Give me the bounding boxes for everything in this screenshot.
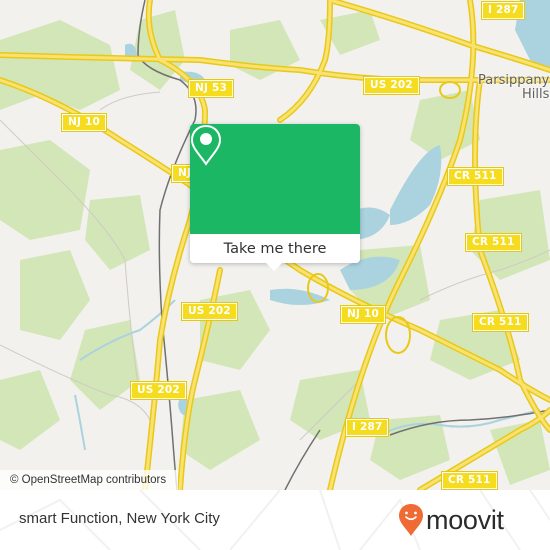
route-shield: CR 511 <box>472 313 529 332</box>
popup-header <box>190 124 360 234</box>
location-title: smart Function, New York City <box>19 510 220 527</box>
take-me-there-button[interactable]: Take me there <box>190 234 360 263</box>
route-shield: I 287 <box>480 1 526 20</box>
place-label-parsippany-hills: Parsippany Hills <box>478 74 549 102</box>
moovit-wordmark: moovit <box>426 504 504 535</box>
popup-pointer <box>266 263 282 271</box>
map-pin-icon <box>190 124 222 166</box>
route-shield: US 202 <box>130 381 187 400</box>
route-shield: NJ 10 <box>340 305 386 324</box>
route-shield: NJ 53 <box>188 79 234 98</box>
location-popup: Take me there <box>190 124 360 271</box>
route-shield: NJ 10 <box>61 113 107 132</box>
map-view[interactable]: I 287 NJ 53 US 202 NJ 10 NJ 10 CR 511 CR… <box>0 0 550 490</box>
moovit-pin-icon <box>399 504 423 536</box>
moovit-logo[interactable]: moovit <box>398 502 504 538</box>
place-name: Parsippany Hills <box>478 73 550 102</box>
footer-bar: smart Function, New York City moovit <box>0 490 550 550</box>
route-shield: US 202 <box>181 302 238 321</box>
map-attribution[interactable]: © OpenStreetMap contributors <box>0 470 179 490</box>
attribution-text: © OpenStreetMap contributors <box>10 474 167 486</box>
route-shield: US 202 <box>363 76 420 95</box>
route-shield: CR 511 <box>447 167 504 186</box>
route-shield: I 287 <box>344 418 390 437</box>
take-me-there-label: Take me there <box>223 240 327 257</box>
route-shield: CR 511 <box>465 233 522 252</box>
route-shield: CR 511 <box>441 471 498 490</box>
